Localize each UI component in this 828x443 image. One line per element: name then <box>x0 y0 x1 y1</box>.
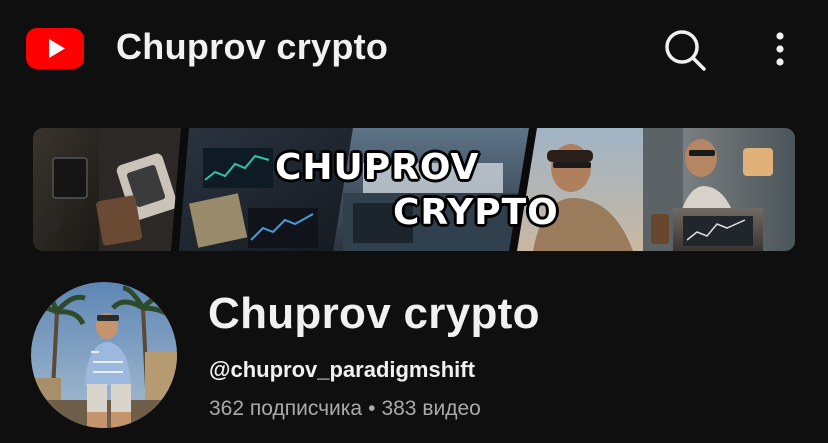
top-app-bar: Chuprov crypto <box>0 0 828 100</box>
video-count[interactable]: 383 видео <box>381 397 480 421</box>
channel-avatar[interactable] <box>31 282 177 428</box>
more-options-button[interactable] <box>762 25 798 75</box>
youtube-logo-icon[interactable] <box>26 28 84 69</box>
channel-stats: 362 подписчика • 383 видео <box>209 397 481 421</box>
subscriber-count: 362 подписчика <box>209 397 363 420</box>
search-button[interactable] <box>660 25 710 75</box>
search-icon <box>665 30 706 71</box>
more-vertical-icon <box>776 32 784 66</box>
stats-separator: • <box>368 397 376 420</box>
app-bar-title: Chuprov crypto <box>116 26 389 67</box>
banner-title-line-1: CHUPROV <box>275 147 480 188</box>
channel-banner: CHUPROV CRYPTO <box>33 128 795 251</box>
banner-title-line-2: CRYPTO <box>393 192 559 233</box>
channel-handle: @chuprov_paradigmshift <box>209 357 475 382</box>
channel-name: Chuprov crypto <box>208 289 540 338</box>
